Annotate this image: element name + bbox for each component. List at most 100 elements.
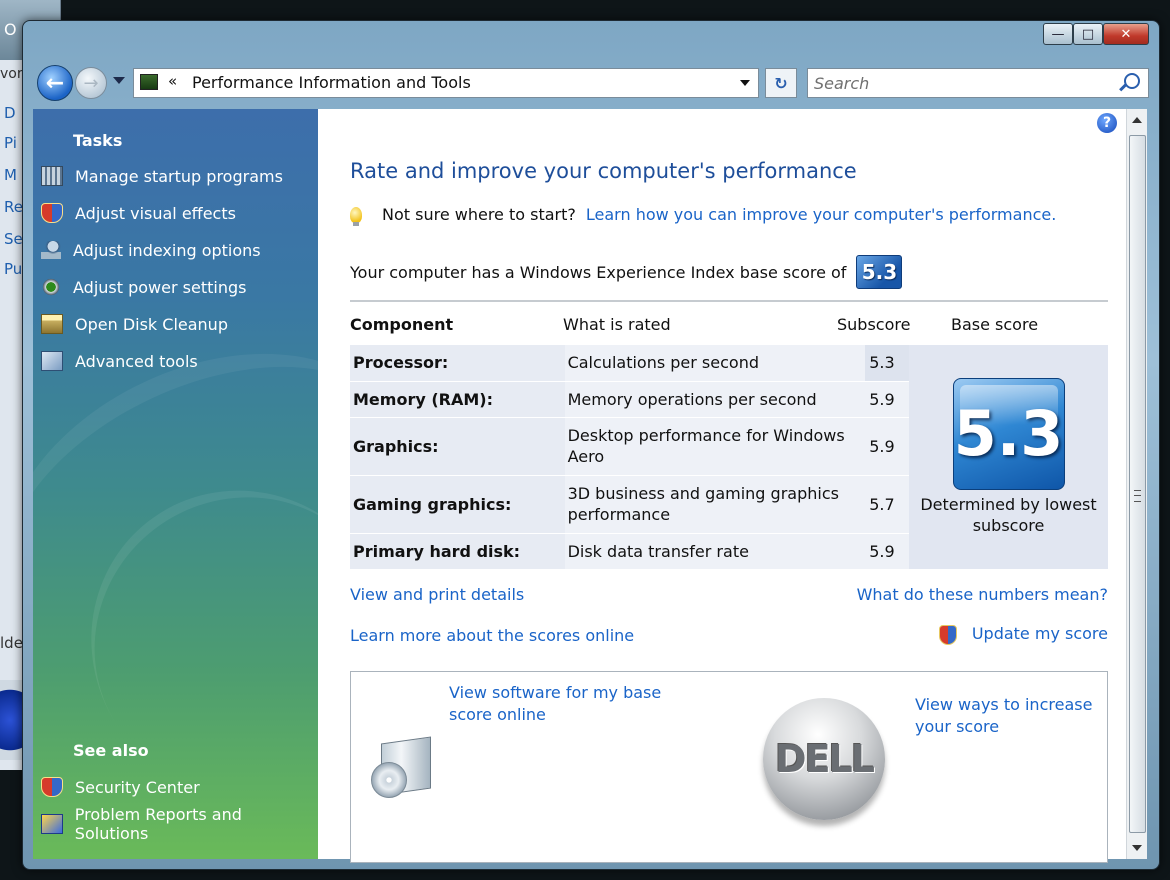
refresh-button[interactable]: ↻ — [765, 68, 797, 98]
address-dropdown-icon[interactable] — [740, 80, 750, 86]
search-box[interactable] — [807, 68, 1149, 98]
task-label[interactable]: Advanced tools — [75, 352, 198, 371]
view-software-link[interactable]: View software for my base score online — [449, 682, 709, 726]
base-score-badge: 5.3 — [952, 377, 1065, 490]
scroll-thumb[interactable] — [1129, 135, 1146, 833]
component-cell: Gaming graphics: — [350, 475, 565, 533]
title-bar: — □ ✕ — [23, 21, 1159, 59]
scroll-up-arrow-icon[interactable] — [1132, 117, 1142, 123]
task-adjust-power-settings[interactable]: Adjust power settings — [41, 274, 246, 300]
address-text[interactable]: Performance Information and Tools — [192, 73, 471, 92]
help-icon[interactable]: ? — [1097, 113, 1117, 133]
task-adjust-visual-effects[interactable]: Adjust visual effects — [41, 200, 236, 226]
navigation-bar: ← → « Performance Information and Tools … — [33, 63, 1149, 103]
increase-score-link[interactable]: View ways to increase your score — [915, 694, 1095, 738]
minimize-button[interactable]: — — [1043, 23, 1073, 45]
power-icon — [41, 278, 61, 296]
window-controls: — □ ✕ — [1043, 23, 1149, 45]
what-cell: Calculations per second — [564, 345, 866, 381]
software-box-icon — [371, 734, 437, 800]
shield-icon — [41, 203, 63, 223]
background-window-label: lde — [0, 634, 23, 652]
learn-more-scores-link[interactable]: Learn more about the scores online — [350, 626, 634, 645]
what-numbers-mean-link[interactable]: What do these numbers mean? — [857, 585, 1108, 604]
score-table: Processor: Calculations per second 5.3 5… — [350, 345, 1108, 570]
subscore-cell: 5.3 — [865, 345, 910, 381]
header-base-score: Base score — [951, 315, 1039, 334]
close-button[interactable]: ✕ — [1103, 23, 1149, 45]
component-cell: Graphics: — [350, 417, 565, 475]
task-label[interactable]: Open Disk Cleanup — [75, 315, 228, 334]
task-adjust-indexing-options[interactable]: Adjust indexing options — [41, 237, 261, 263]
cd-icon — [371, 762, 407, 798]
subscore-cell: 5.9 — [865, 381, 910, 417]
dell-logo: DELL — [763, 698, 885, 820]
wei-summary: Your computer has a Windows Experience I… — [350, 255, 903, 289]
what-cell: Disk data transfer rate — [564, 533, 866, 569]
what-cell: 3D business and gaming graphics performa… — [564, 475, 866, 533]
component-cell: Processor: — [350, 345, 565, 381]
background-window-item[interactable]: M — [4, 166, 17, 184]
recent-pages-dropdown[interactable] — [113, 77, 125, 84]
see-also-security-center[interactable]: Security Center — [41, 774, 200, 800]
vertical-scrollbar[interactable] — [1126, 109, 1147, 859]
disk-cleanup-icon — [41, 314, 63, 334]
task-open-disk-cleanup[interactable]: Open Disk Cleanup — [41, 311, 228, 337]
background-window-item[interactable]: Pu — [4, 260, 22, 278]
base-score-cell: 5.3 Determined by lowest subscore — [909, 345, 1108, 569]
back-button[interactable]: ← — [37, 65, 73, 101]
performance-window: — □ ✕ ← → « Performance Information and … — [22, 20, 1160, 870]
view-print-details-link[interactable]: View and print details — [350, 585, 524, 604]
improve-performance-link[interactable]: Learn how you can improve your computer'… — [586, 205, 1056, 224]
header-subscore: Subscore — [837, 315, 911, 334]
base-score-caption: Determined by lowest subscore — [920, 494, 1097, 535]
wei-text: Your computer has a Windows Experience I… — [350, 262, 847, 282]
see-also-problem-reports[interactable]: Problem Reports and Solutions — [41, 805, 318, 843]
scroll-grip-icon — [1134, 490, 1141, 502]
breadcrumb-chevron[interactable]: « — [168, 72, 177, 90]
task-label[interactable]: Manage startup programs — [75, 167, 283, 186]
forward-button[interactable]: → — [75, 67, 107, 99]
search-input[interactable] — [812, 71, 1116, 95]
maximize-button[interactable]: □ — [1073, 23, 1103, 45]
startup-programs-icon — [41, 166, 63, 186]
task-label[interactable]: Adjust power settings — [73, 278, 246, 297]
task-pane: Tasks Manage startup programs Adjust vis… — [33, 109, 318, 859]
hint-text: Not sure where to start? — [382, 205, 576, 224]
background-window-label: vor — [0, 66, 23, 82]
task-advanced-tools[interactable]: Advanced tools — [41, 348, 198, 374]
update-score-link[interactable]: Update my score — [972, 624, 1108, 643]
subscore-cell: 5.9 — [865, 533, 910, 569]
shield-icon — [41, 777, 63, 797]
address-bar[interactable]: « Performance Information and Tools — [133, 68, 759, 98]
background-window-item[interactable]: Re — [4, 198, 23, 216]
background-window-item[interactable]: Se — [4, 230, 23, 248]
base-score-badge-small: 5.3 — [856, 255, 903, 289]
component-cell: Memory (RAM): — [350, 381, 565, 417]
lightbulb-icon — [350, 206, 362, 226]
see-also-label[interactable]: Security Center — [75, 778, 200, 797]
oem-box: View software for my base score online D… — [350, 671, 1108, 863]
background-window-item[interactable]: Pi — [4, 134, 17, 152]
control-panel-icon — [140, 74, 158, 90]
table-row: Processor: Calculations per second 5.3 5… — [350, 345, 1108, 569]
task-manage-startup-programs[interactable]: Manage startup programs — [41, 163, 283, 189]
tasks-heading: Tasks — [73, 131, 123, 150]
hint-row: Not sure where to start? Learn how you c… — [350, 205, 1056, 226]
update-score-row[interactable]: Update my score — [938, 624, 1108, 645]
header-component: Component — [350, 315, 454, 334]
subscore-cell: 5.7 — [865, 475, 910, 533]
background-window-item[interactable]: D — [4, 104, 16, 122]
subscore-cell: 5.9 — [865, 417, 910, 475]
scroll-down-arrow-icon[interactable] — [1132, 845, 1142, 851]
task-label[interactable]: Adjust visual effects — [75, 204, 236, 223]
see-also-label[interactable]: Problem Reports and Solutions — [75, 805, 318, 843]
search-icon[interactable] — [1124, 73, 1140, 89]
main-content: ? Rate and improve your computer's perfo… — [318, 109, 1126, 863]
divider — [350, 300, 1108, 302]
advanced-tools-icon — [41, 351, 63, 371]
page-title: Rate and improve your computer's perform… — [350, 159, 857, 183]
what-cell: Desktop performance for Windows Aero — [564, 417, 866, 475]
task-label[interactable]: Adjust indexing options — [73, 241, 261, 260]
problem-reports-icon — [41, 814, 63, 834]
